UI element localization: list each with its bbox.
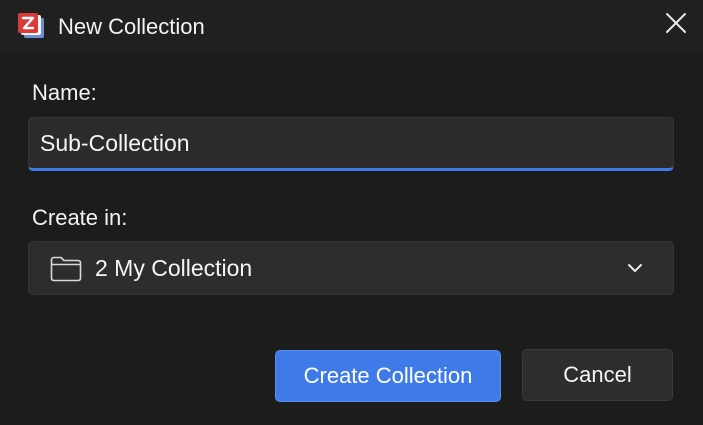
select-value: 2 My Collection <box>95 255 253 281</box>
create-in-label: Create in: <box>32 205 128 230</box>
zotero-logo-icon <box>17 12 47 40</box>
cancel-button[interactable]: Cancel <box>522 349 673 401</box>
folder-icon <box>50 256 82 282</box>
window-title: New Collection <box>58 14 205 39</box>
create-collection-button[interactable]: Create Collection <box>275 350 501 402</box>
collection-name-input[interactable] <box>28 117 674 171</box>
name-label: Name: <box>32 80 97 105</box>
close-button[interactable] <box>657 6 695 44</box>
parent-collection-select[interactable]: 2 My Collection <box>28 241 674 295</box>
dialog-body: Name: Create in: 2 My Collection Create … <box>0 54 703 425</box>
new-collection-dialog: New Collection Name: Create in: 2 My Col… <box>0 0 703 425</box>
chevron-down-icon <box>627 261 643 273</box>
close-icon <box>665 12 687 39</box>
title-bar: New Collection <box>0 0 703 54</box>
